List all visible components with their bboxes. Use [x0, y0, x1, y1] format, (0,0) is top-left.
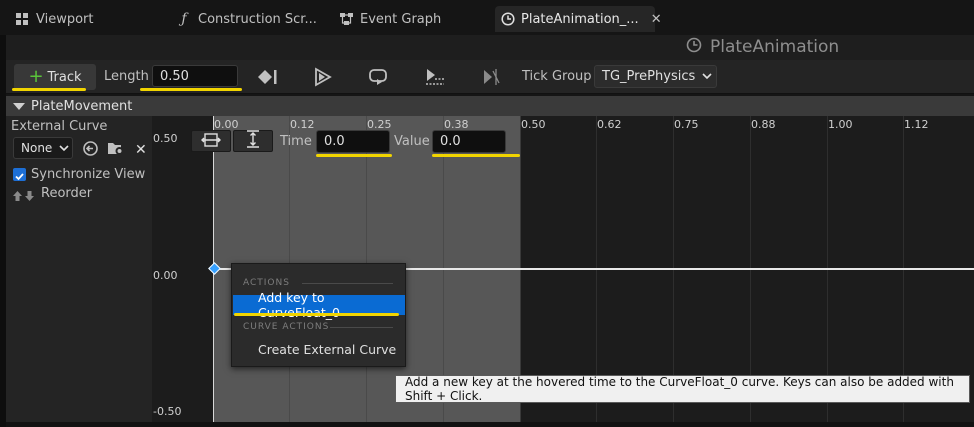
zoom-to-fit-horizontal-button[interactable]	[191, 130, 231, 152]
clear-icon[interactable]: ✕	[135, 142, 147, 158]
viewport-grid-icon	[14, 11, 30, 27]
tab-label: Event Graph	[360, 11, 442, 27]
actions-section-header: ACTIONS	[243, 278, 290, 288]
external-curve-dropdown[interactable]: None	[13, 137, 73, 159]
tick-group-label: Tick Group	[522, 69, 592, 84]
create-external-curve-menu-item[interactable]: Create External Curve	[233, 339, 405, 359]
length-input[interactable]: 0.50	[152, 65, 238, 87]
tab-plate-animation[interactable]: PlateAnimation_... ✕	[495, 6, 662, 32]
time-tick: 0.12	[290, 118, 315, 131]
chevron-down-icon	[702, 69, 712, 84]
asset-title-bar: PlateAnimation	[6, 35, 974, 60]
create-external-curve-label: Create External Curve	[258, 341, 397, 357]
tab-label: Viewport	[36, 11, 94, 27]
browse-asset-icon[interactable]	[107, 140, 125, 161]
tick-group-value: TG_PrePhysics	[602, 69, 696, 84]
loop-icon[interactable]	[368, 67, 390, 87]
tick-group-dropdown[interactable]: TG_PrePhysics	[594, 65, 717, 88]
timeline-clock-icon	[686, 37, 702, 58]
highlight-underline	[12, 88, 86, 91]
tab-label: PlateAnimation_...	[521, 11, 639, 27]
timeline-editor: Viewport ƒ Construction Scr... Event Gra…	[0, 0, 974, 427]
chevron-down-icon	[59, 141, 69, 155]
reorder-label: Reorder	[41, 186, 93, 201]
menu-item-tooltip: Add a new key at the hovered time to the…	[395, 375, 970, 403]
time-tick: 1.12	[904, 118, 929, 131]
ignore-time-dilation-icon[interactable]	[480, 67, 502, 87]
replicated-icon[interactable]	[424, 67, 446, 87]
graph-icon	[338, 11, 354, 27]
timeline-clock-icon	[501, 11, 515, 27]
bottom-bar	[6, 422, 974, 427]
time-tick: 0.62	[597, 118, 622, 131]
highlight-underline	[316, 154, 392, 157]
value-label: Value	[394, 134, 430, 149]
use-last-keyframe-icon[interactable]	[257, 67, 279, 87]
menu-separator	[330, 327, 393, 328]
external-curve-value: None	[21, 141, 53, 155]
close-tab-icon[interactable]: ✕	[651, 12, 662, 27]
fit-vertical-icon	[246, 130, 260, 152]
curve-actions-section-header: CURVE ACTIONS	[243, 322, 330, 332]
add-track-button[interactable]: + Track	[14, 64, 96, 90]
highlight-underline	[432, 154, 520, 157]
external-curve-label: External Curve	[11, 119, 108, 134]
time-label: Time	[280, 134, 312, 149]
use-selected-asset-icon[interactable]	[82, 140, 99, 161]
value-tick: -0.50	[153, 405, 182, 418]
length-label: Length	[104, 69, 149, 84]
track-header[interactable]: PlateMovement	[6, 96, 974, 116]
time-tick: 0.50	[521, 118, 546, 131]
track-options-panel: External Curve None ✕ Synchronize View R…	[6, 116, 152, 422]
value-tick: 0.00	[153, 269, 178, 282]
asset-title-text: PlateAnimation	[710, 37, 840, 57]
track-name: PlateMovement	[31, 98, 133, 114]
value-input[interactable]: 0.0	[432, 130, 506, 153]
add-track-label: Track	[47, 69, 82, 85]
synchronize-view-checkbox[interactable]	[13, 168, 26, 181]
plus-icon: +	[28, 66, 44, 87]
autoplay-icon[interactable]	[312, 67, 334, 87]
zoom-to-fit-vertical-button[interactable]	[233, 130, 273, 152]
value-tick: 0.50	[153, 132, 178, 145]
menu-separator	[302, 283, 393, 284]
reorder-arrows-icon[interactable]	[12, 187, 36, 206]
time-input[interactable]: 0.0	[316, 130, 390, 153]
tab-viewport[interactable]: Viewport	[14, 6, 94, 32]
fit-horizontal-icon	[201, 132, 221, 151]
time-tick: 1.00	[828, 118, 853, 131]
highlight-underline	[140, 88, 242, 91]
tab-label: Construction Scr...	[198, 11, 317, 27]
asset-title: PlateAnimation	[686, 36, 839, 58]
editor-tab-bar: Viewport ƒ Construction Scr... Event Gra…	[0, 0, 974, 35]
collapse-arrow-icon[interactable]	[13, 102, 25, 110]
time-tick: 0.75	[674, 118, 699, 131]
time-tick: 0.88	[751, 118, 776, 131]
highlight-underline	[234, 313, 399, 316]
synchronize-view-label: Synchronize View	[31, 167, 146, 182]
tab-construction-script[interactable]: ƒ Construction Scr...	[176, 6, 317, 32]
function-icon: ƒ	[181, 11, 187, 27]
tooltip-text: Add a new key at the hovered time to the…	[405, 375, 954, 403]
add-key-menu-item[interactable]: Add key to CurveFloat_0	[233, 290, 405, 320]
tab-event-graph[interactable]: Event Graph	[338, 6, 441, 32]
